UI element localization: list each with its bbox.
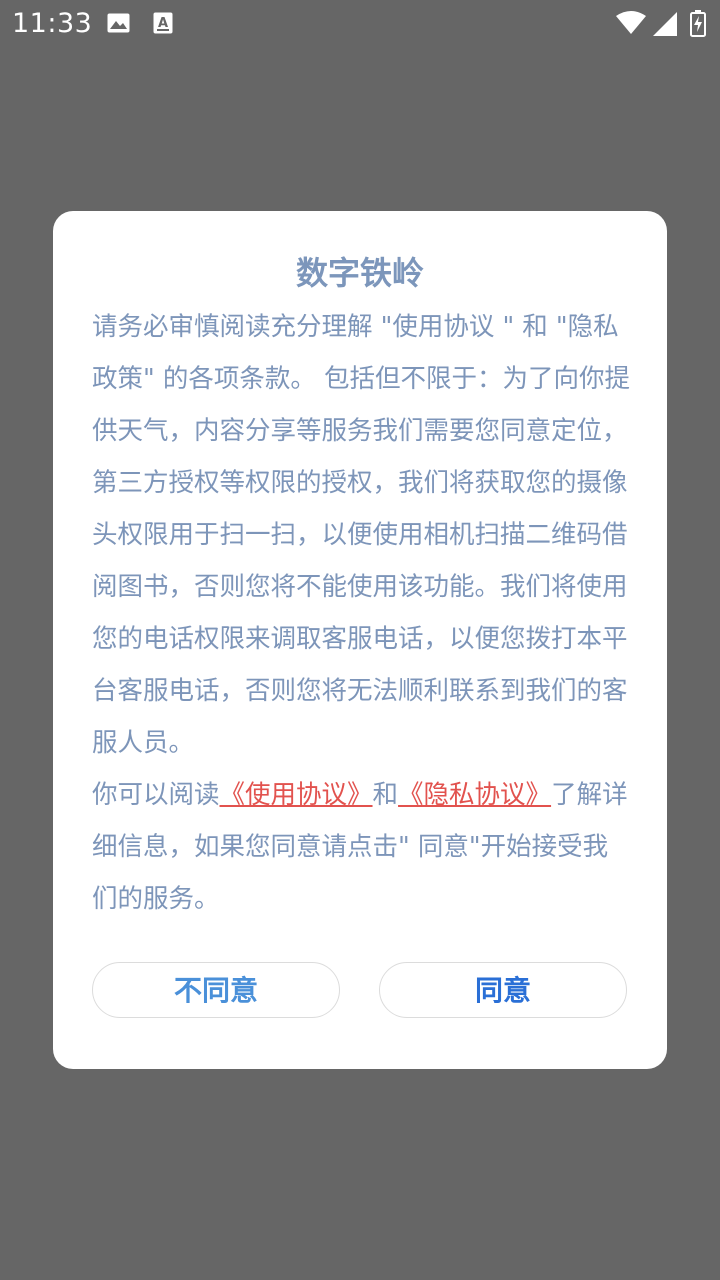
- image-icon: [107, 13, 130, 33]
- signal-icon: [653, 12, 677, 36]
- status-time: 11:33: [12, 8, 93, 39]
- svg-text:A: A: [158, 16, 168, 31]
- dialog-title: 数字铁岭: [295, 254, 424, 292]
- policy-links-paragraph: 你可以阅读《使用协议》和《隐私协议》了解详细信息，如果您同意请点击" 同意"开始…: [92, 769, 632, 925]
- dialog-body: 请务必审慎阅读充分理解 "使用协议 " 和 "隐私政策" 的各项条款。 包括但不…: [92, 301, 632, 925]
- links-and: 和: [372, 780, 399, 810]
- battery-charging-icon: [690, 10, 706, 37]
- privacy-dialog: 数字铁岭 请务必审慎阅读充分理解 "使用协议 " 和 "隐私政策" 的各项条款。…: [53, 211, 667, 1069]
- wifi-icon: [616, 11, 646, 34]
- privacy-agreement-link[interactable]: 《隐私协议》: [398, 780, 551, 810]
- policy-paragraph: 请务必审慎阅读充分理解 "使用协议 " 和 "隐私政策" 的各项条款。 包括但不…: [92, 312, 630, 758]
- status-bar: 11:33 A: [0, 0, 720, 48]
- agree-button[interactable]: 同意: [379, 962, 627, 1018]
- text-a-icon: A: [153, 12, 173, 34]
- disagree-button[interactable]: 不同意: [92, 962, 340, 1018]
- links-prefix: 你可以阅读: [92, 780, 220, 810]
- usage-agreement-link[interactable]: 《使用协议》: [220, 780, 373, 810]
